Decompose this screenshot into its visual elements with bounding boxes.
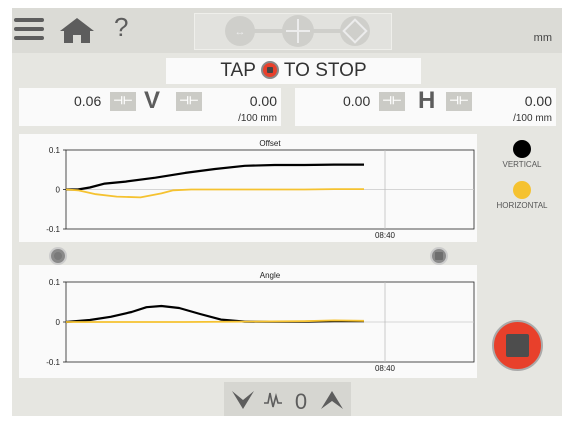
tap-label: TAP (220, 60, 256, 81)
workflow-steps: ↔ (194, 13, 392, 50)
angle-chart-svg: Angle 0.1 0 -0.1 08:40 (46, 271, 475, 373)
series-line-horizontal (65, 188, 364, 199)
vertical-right-value: 0.00 (249, 93, 277, 109)
zoom-out-arrow-icon[interactable] (232, 391, 254, 409)
series-line-vertical (66, 163, 364, 191)
home-icon[interactable] (59, 16, 95, 44)
y-tick-label: -0.1 (46, 358, 60, 367)
horizontal-readout: 0.00 ⊣⊢ H ⊣⊢ 0.00 /100 mm (295, 87, 556, 126)
bottom-controls: 0 (224, 382, 351, 416)
help-icon[interactable]: ? (114, 12, 128, 43)
horizontal-left-value: 0.00 (343, 93, 371, 109)
step-measure-icon[interactable] (282, 15, 314, 47)
top-toolbar: ? ↔ mm (12, 8, 562, 53)
y-tick-label: 0.1 (49, 278, 61, 287)
vertical-left-value: 0.06 (74, 93, 102, 109)
vertical-legend-dot (513, 140, 531, 158)
offset-chart-svg: Offset 0.1 0 -0.1 08:40 (46, 139, 475, 240)
legend-vertical: VERTICAL (492, 140, 552, 169)
time-label: 08:40 (375, 231, 396, 240)
vertical-readout: 0.06 ⊣⊢ V ⊣⊢ 0.00 /100 mm (19, 87, 281, 126)
stop-icon (260, 61, 279, 79)
y-tick-label: 0 (56, 318, 61, 327)
svg-text:↔: ↔ (235, 26, 246, 38)
y-tick-label: 0 (56, 186, 61, 195)
timeline-end-handle[interactable] (430, 247, 448, 265)
horizontal-axis-letter: H (418, 87, 436, 114)
step-move-icon[interactable]: ↔ (225, 16, 255, 46)
zoom-in-arrow-icon[interactable] (321, 391, 343, 409)
series-line-vertical (65, 304, 364, 324)
time-label: 08:40 (375, 364, 396, 373)
to-stop-label: TO STOP (283, 60, 367, 81)
chart-title: Offset (259, 139, 281, 148)
app-screen: ? ↔ mm TAP TO STOP 0.06 ⊣⊢ V ⊣⊢ 0.00 /10… (12, 8, 562, 416)
offset-chart: Offset 0.1 0 -0.1 08:40 (19, 134, 477, 242)
y-tick-label: 0.1 (49, 146, 61, 155)
y-tick-label: -0.1 (46, 225, 60, 234)
vertical-axis-letter: V (144, 87, 161, 114)
step-tolerance-icon[interactable] (340, 16, 370, 46)
legend-horizontal-label: HORIZONTAL (496, 201, 548, 210)
horizontal-shim-right-button[interactable]: ⊣⊢ (446, 92, 472, 111)
stop-button[interactable] (492, 320, 543, 371)
legend-horizontal: HORIZONTAL (487, 181, 557, 210)
horizontal-unit: /100 mm (513, 113, 552, 124)
legend-vertical-label: VERTICAL (502, 160, 542, 169)
zero-value[interactable]: 0 (295, 389, 307, 414)
tap-to-stop-banner[interactable]: TAP TO STOP (166, 58, 421, 84)
unit-label: mm (533, 32, 552, 44)
signal-filter-icon[interactable] (264, 392, 282, 408)
vertical-unit: /100 mm (238, 113, 277, 124)
vertical-shim-left-button[interactable]: ⊣⊢ (110, 92, 136, 111)
vertical-shim-right-button[interactable]: ⊣⊢ (176, 92, 202, 111)
chart-title: Angle (260, 271, 281, 280)
horizontal-legend-dot (513, 181, 531, 199)
timeline-start-handle[interactable] (49, 247, 67, 265)
horizontal-right-value: 0.00 (524, 93, 552, 109)
angle-chart: Angle 0.1 0 -0.1 08:40 (19, 265, 477, 378)
menu-icon[interactable] (14, 18, 44, 40)
horizontal-shim-left-button[interactable]: ⊣⊢ (379, 92, 405, 111)
